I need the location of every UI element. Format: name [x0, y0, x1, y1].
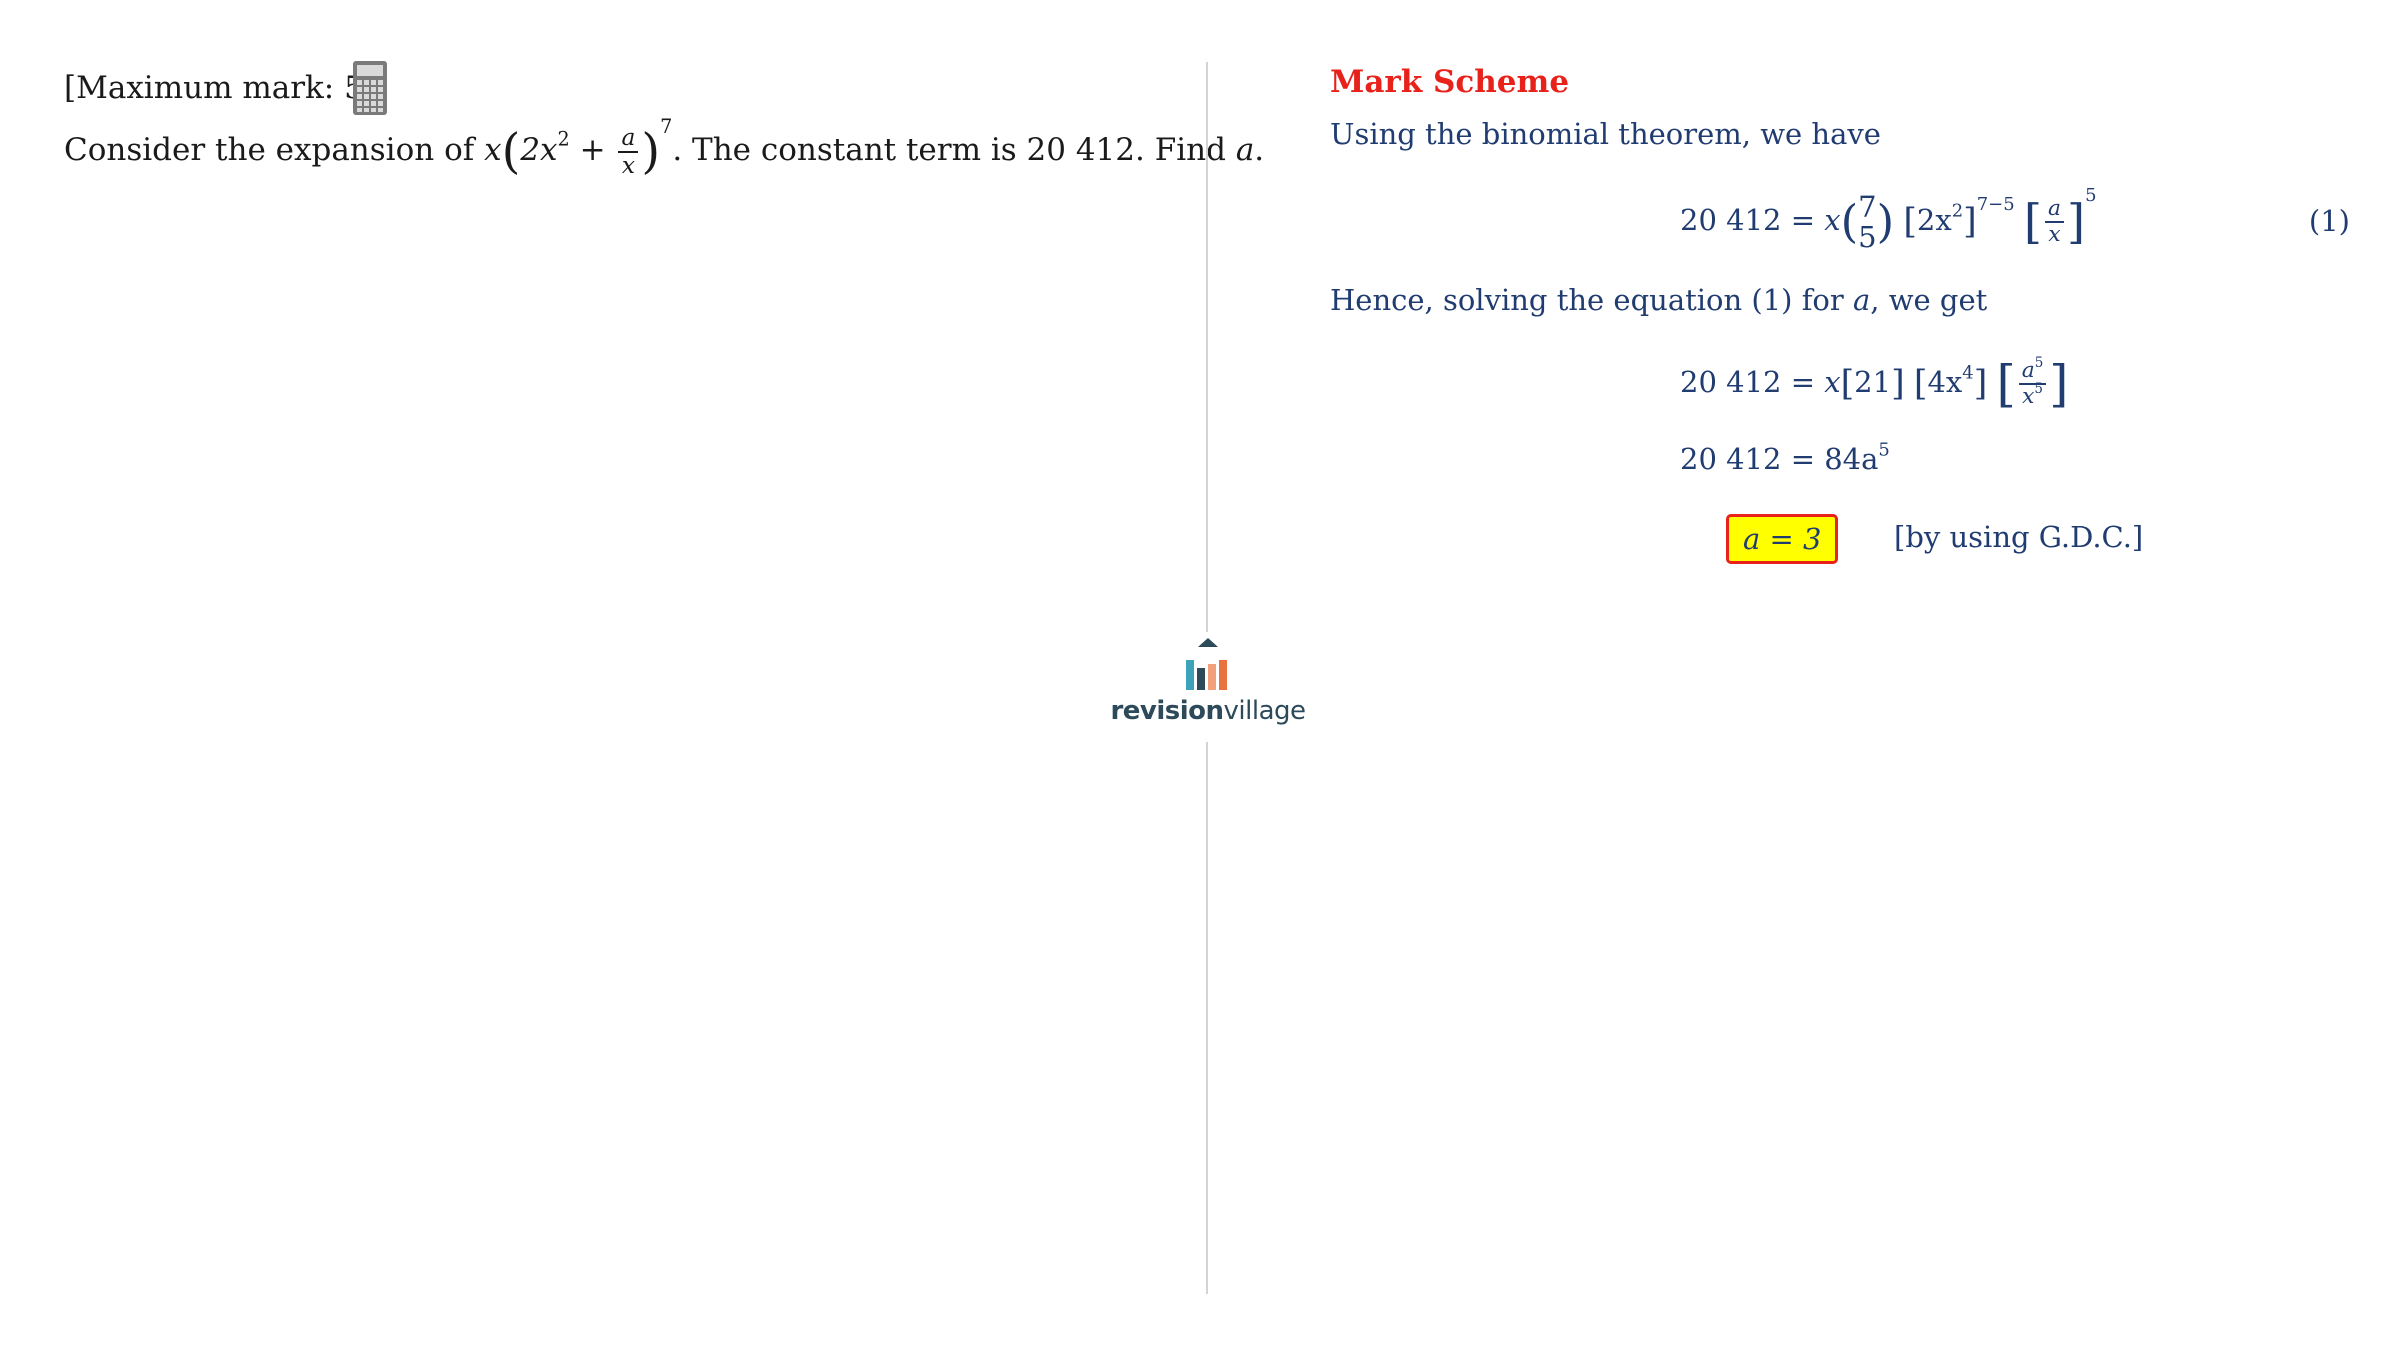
plus-sign: + [579, 132, 606, 168]
mark-scheme-intro: Using the binomial theorem, we have [1330, 117, 1881, 151]
equation-2: 20 412 = x[21] [4x4] [a5 x5] [1680, 354, 2069, 413]
solving-text: Hence, solving the equation (1) for a, w… [1330, 283, 1988, 317]
eq1-fraction-power: 5 [2085, 185, 2097, 207]
variable-x: x [484, 132, 502, 168]
equation-1: 20 412 = x(7 5) [2x2]7−5 [a x]5 [1680, 185, 2097, 254]
maximum-mark-label: [Maximum mark: 5] [64, 70, 376, 106]
final-answer: a = 3 [1726, 514, 1839, 564]
logo-bars-icon [1186, 638, 1227, 690]
eq2-x: x [1824, 365, 1841, 399]
eq1-power: 7−5 [1976, 194, 2015, 216]
equation-3: 20 412 = 84a5 [1680, 439, 1890, 476]
inner-term: 2x2 [520, 127, 570, 168]
eq1-lhs: 20 412 = [1680, 203, 1815, 237]
question-text: Consider the expansion of x(2x2 + a x)7. … [64, 115, 1265, 180]
eq2-coefficient: 21 [1854, 365, 1892, 399]
calculator-icon [353, 61, 387, 115]
exam-page: [Maximum mark: 5] Consider the expansion… [0, 0, 2400, 1346]
eq2-term: 4x4 [1927, 362, 1974, 399]
answer-box: a = 3 [1726, 514, 1839, 564]
fraction-a-over-x: ax [618, 125, 639, 178]
eq1-x: x [1824, 203, 1841, 237]
question-tail: . The constant term is 20 412. Find [672, 132, 1226, 168]
eq1-fraction: ax [2045, 197, 2064, 247]
revision-village-logo: revisionvillage [1110, 632, 1306, 742]
eq2-lhs: 20 412 = [1680, 365, 1815, 399]
mark-scheme-title: Mark Scheme [1330, 64, 1570, 100]
eq1-inner-term: 2x2 [1916, 200, 1964, 237]
equation-1-number: (1) [2308, 204, 2350, 238]
binomial-coefficient: 75 [1858, 189, 1877, 254]
outer-exponent: 7 [660, 115, 673, 139]
logo-wordmark: revisionvillage [1110, 696, 1306, 726]
answer-note: [by using G.D.C.] [1894, 520, 2144, 554]
variable-a: a [1235, 132, 1255, 168]
eq2-fraction: a5 x5 [2018, 356, 2047, 409]
question-intro: Consider the expansion of [64, 132, 475, 168]
